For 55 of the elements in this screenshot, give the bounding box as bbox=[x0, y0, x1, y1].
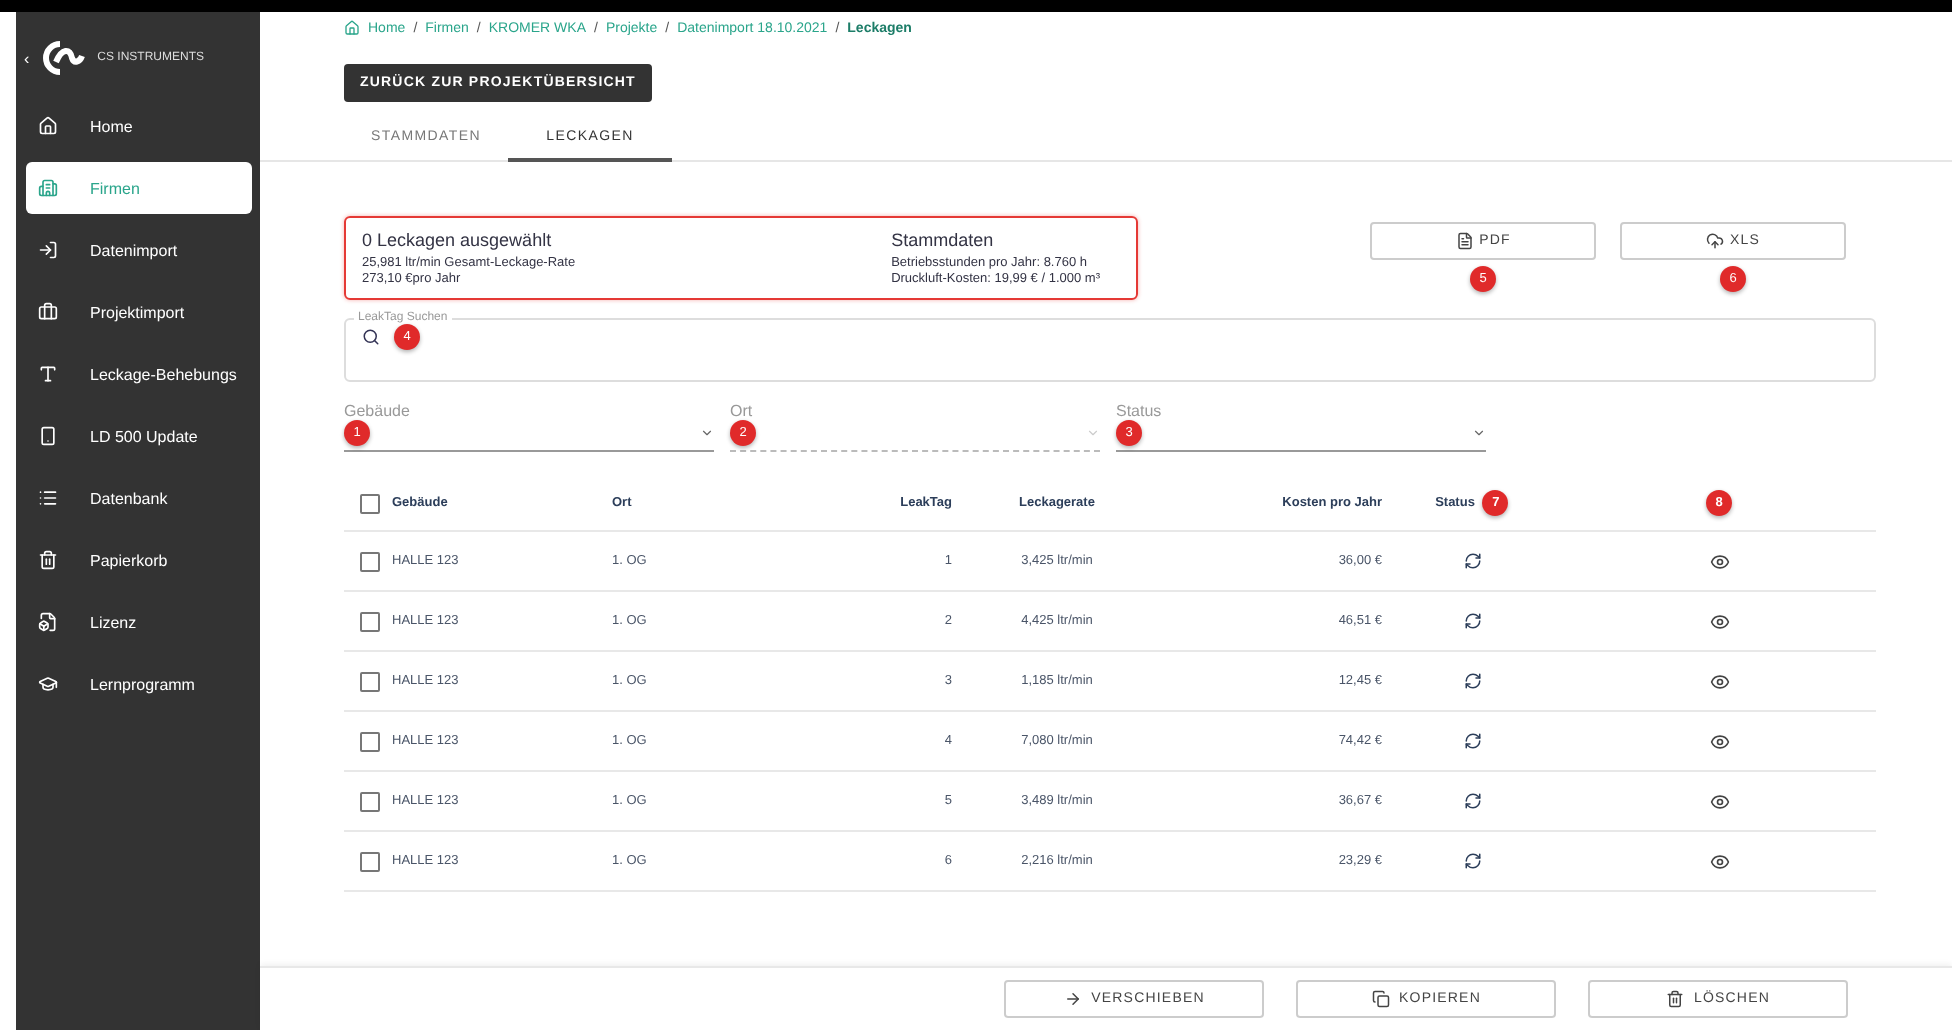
eye-icon[interactable] bbox=[1709, 611, 1729, 631]
text-icon bbox=[38, 364, 58, 384]
home-icon bbox=[344, 20, 360, 36]
refresh-icon[interactable] bbox=[1463, 672, 1481, 690]
eye-icon[interactable] bbox=[1709, 551, 1729, 571]
refresh-icon[interactable] bbox=[1463, 852, 1481, 870]
filter-label: Ort bbox=[730, 402, 755, 420]
copy-icon bbox=[1371, 990, 1389, 1008]
sidebar-item[interactable]: Datenbank bbox=[26, 472, 252, 524]
checkbox[interactable] bbox=[360, 493, 380, 513]
refresh-icon[interactable] bbox=[1463, 612, 1481, 630]
refresh-icon[interactable] bbox=[1463, 552, 1481, 570]
sidebar-item[interactable]: Datenimport bbox=[26, 224, 252, 276]
home-icon bbox=[38, 116, 58, 136]
caret-icon bbox=[700, 426, 714, 440]
checkbox[interactable] bbox=[360, 851, 380, 871]
sidebar-item[interactable]: LD 500 Update bbox=[26, 410, 252, 462]
checkbox[interactable] bbox=[360, 791, 380, 811]
eye-icon[interactable] bbox=[1709, 731, 1729, 751]
sidebar-item[interactable]: Projektimport bbox=[26, 286, 252, 338]
eye-icon[interactable] bbox=[1709, 791, 1729, 811]
checkbox[interactable] bbox=[360, 551, 380, 571]
trash-icon bbox=[38, 550, 58, 570]
caret-icon bbox=[1086, 426, 1100, 440]
summary-title: Stammdaten bbox=[891, 230, 996, 250]
eye-icon[interactable] bbox=[1709, 851, 1729, 871]
search-icon bbox=[362, 328, 380, 346]
refresh-icon[interactable] bbox=[1463, 732, 1481, 750]
cloud-upload-icon bbox=[1705, 232, 1724, 250]
sidebar-item[interactable]: Lizenz bbox=[26, 596, 252, 648]
briefcase-icon bbox=[38, 302, 58, 322]
checkbox[interactable] bbox=[360, 731, 380, 751]
summary-title: 0 Leckagen ausgewählt bbox=[362, 230, 554, 250]
trash-icon bbox=[1665, 990, 1684, 1008]
building-icon bbox=[38, 178, 58, 198]
arrow-icon bbox=[1063, 990, 1082, 1008]
filter-label: Gebäude bbox=[344, 402, 412, 420]
sidebar-item[interactable]: Leckage-Behebungs bbox=[26, 348, 252, 400]
sidebar-item[interactable]: Home bbox=[26, 100, 252, 152]
sidebar-item[interactable]: Lernprogramm bbox=[26, 658, 252, 710]
import-icon bbox=[38, 240, 58, 260]
logo-icon bbox=[41, 40, 86, 76]
document-icon bbox=[38, 612, 58, 632]
refresh-icon[interactable] bbox=[1463, 792, 1481, 810]
list-icon bbox=[38, 488, 58, 508]
graduation-cap-icon bbox=[38, 674, 58, 694]
phone-icon bbox=[38, 426, 58, 446]
checkbox[interactable] bbox=[360, 611, 380, 631]
checkbox[interactable] bbox=[360, 671, 380, 691]
caret-icon bbox=[1472, 426, 1486, 440]
collapse-icon[interactable]: ‹ bbox=[24, 49, 30, 67]
document-icon bbox=[1455, 232, 1474, 250]
eye-icon[interactable] bbox=[1709, 671, 1729, 691]
filter-label: Status bbox=[1116, 402, 1164, 420]
sidebar-item[interactable]: Papierkorb bbox=[26, 534, 252, 586]
